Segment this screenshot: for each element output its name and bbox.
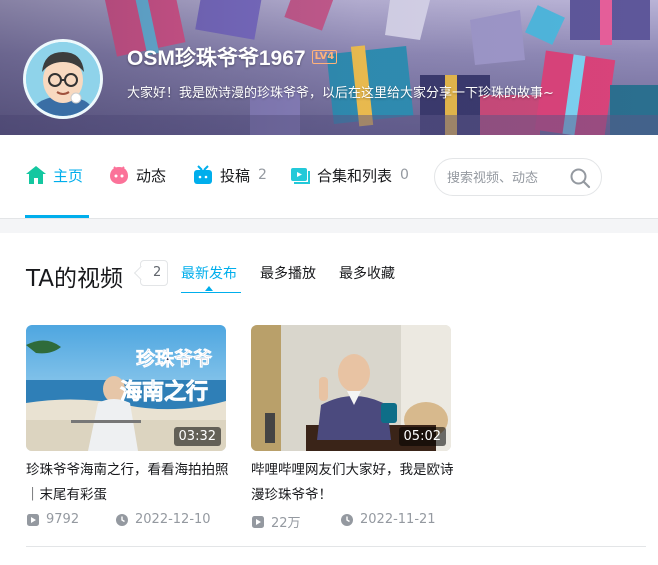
tab-active-caret: [205, 286, 213, 291]
video-thumbnail[interactable]: 05:02: [251, 325, 451, 451]
videos-section: TA的视频 2 最新发布 最多播放 最多收藏 珍珠爷爷 海南之行 03:32 珍…: [0, 233, 658, 565]
nav-dynamic[interactable]: 动态: [108, 163, 166, 187]
play-count-value: 9792: [46, 512, 80, 527]
section-title: TA的视频: [26, 266, 123, 292]
avatar[interactable]: [23, 39, 103, 119]
play-count-value: 22万: [271, 516, 301, 531]
tab-active-line: [181, 292, 241, 293]
publish-date-value: 2022-12-10: [135, 512, 211, 527]
nav-home-label: 主页: [53, 166, 84, 185]
video-card[interactable]: 05:02 哔哩哔哩网友们大家好，我是欧诗漫珍珠爷爷！ 22万 2022-11-…: [251, 325, 454, 531]
publish-date-value: 2022-11-21: [360, 512, 436, 527]
nav-dynamic-label: 动态: [136, 166, 167, 185]
tab-most-played[interactable]: 最多播放: [260, 263, 316, 283]
username-row: OSM珍珠爷爷1967 LV4: [127, 44, 338, 70]
section-gap: [0, 219, 658, 233]
thumb-text-2: 海南之行: [120, 379, 208, 405]
space-search: [434, 158, 602, 196]
video-duration: 03:32: [173, 427, 221, 446]
video-meta: 9792 2022-12-10: [26, 512, 226, 530]
nav-collections-count: 0: [400, 167, 409, 183]
avatar-image: [26, 42, 100, 116]
nav-submissions[interactable]: 投稿 2: [192, 163, 267, 187]
video-meta: 22万 2022-11-21: [251, 512, 451, 531]
video-card[interactable]: 珍珠爷爷 海南之行 03:32 珍珠爷爷海南之行，看看海拍拍照｜末尾有彩蛋 97…: [26, 325, 229, 527]
video-count-badge: 2: [140, 260, 169, 286]
profile-banner: OSM珍珠爷爷1967 LV4 大家好！我是欧诗漫的珍珠爷爷，以后在这里给大家分…: [0, 0, 658, 135]
clock-icon: [116, 513, 128, 526]
level-badge: LV4: [311, 50, 338, 64]
tab-most-favorited[interactable]: 最多收藏: [339, 263, 395, 283]
video-thumbnail[interactable]: 珍珠爷爷 海南之行 03:32: [26, 325, 226, 451]
play-count-icon: [252, 515, 264, 528]
profile-nav: 主页 动态 投稿 2 合集和列表 0: [0, 135, 658, 219]
user-signature: 大家好！我是欧诗漫的珍珠爷爷，以后在这里给大家分享一下珍珠的故事~: [127, 86, 554, 101]
section-divider: [26, 546, 646, 547]
username: OSM珍珠爷爷1967: [127, 47, 306, 70]
publish-date: 2022-12-10: [115, 512, 211, 527]
video-duration: 05:02: [398, 427, 446, 446]
playlist-icon: [291, 168, 310, 184]
clock-icon: [341, 513, 353, 526]
nav-submissions-count: 2: [258, 167, 267, 183]
nav-submissions-label: 投稿: [220, 166, 251, 185]
tv-icon: [194, 165, 212, 184]
nav-collections-label: 合集和列表: [317, 166, 393, 185]
search-icon[interactable]: [569, 167, 591, 189]
video-title[interactable]: 哔哩哔哩网友们大家好，我是欧诗漫珍珠爷爷！: [251, 458, 456, 508]
thumb-text-1: 珍珠爷爷: [136, 347, 213, 370]
play-count: 22万: [251, 512, 301, 531]
dynamic-icon: [110, 166, 128, 184]
tab-latest[interactable]: 最新发布: [181, 263, 237, 283]
search-input[interactable]: [447, 168, 565, 188]
nav-collections[interactable]: 合集和列表 0: [289, 163, 409, 187]
play-count-icon: [27, 513, 39, 526]
nav-home[interactable]: 主页: [25, 163, 83, 187]
publish-date: 2022-11-21: [340, 512, 436, 527]
nav-active-indicator: [25, 215, 89, 218]
video-title[interactable]: 珍珠爷爷海南之行，看看海拍拍照｜末尾有彩蛋: [26, 458, 231, 508]
play-count: 9792: [26, 512, 79, 527]
home-icon: [26, 166, 46, 184]
